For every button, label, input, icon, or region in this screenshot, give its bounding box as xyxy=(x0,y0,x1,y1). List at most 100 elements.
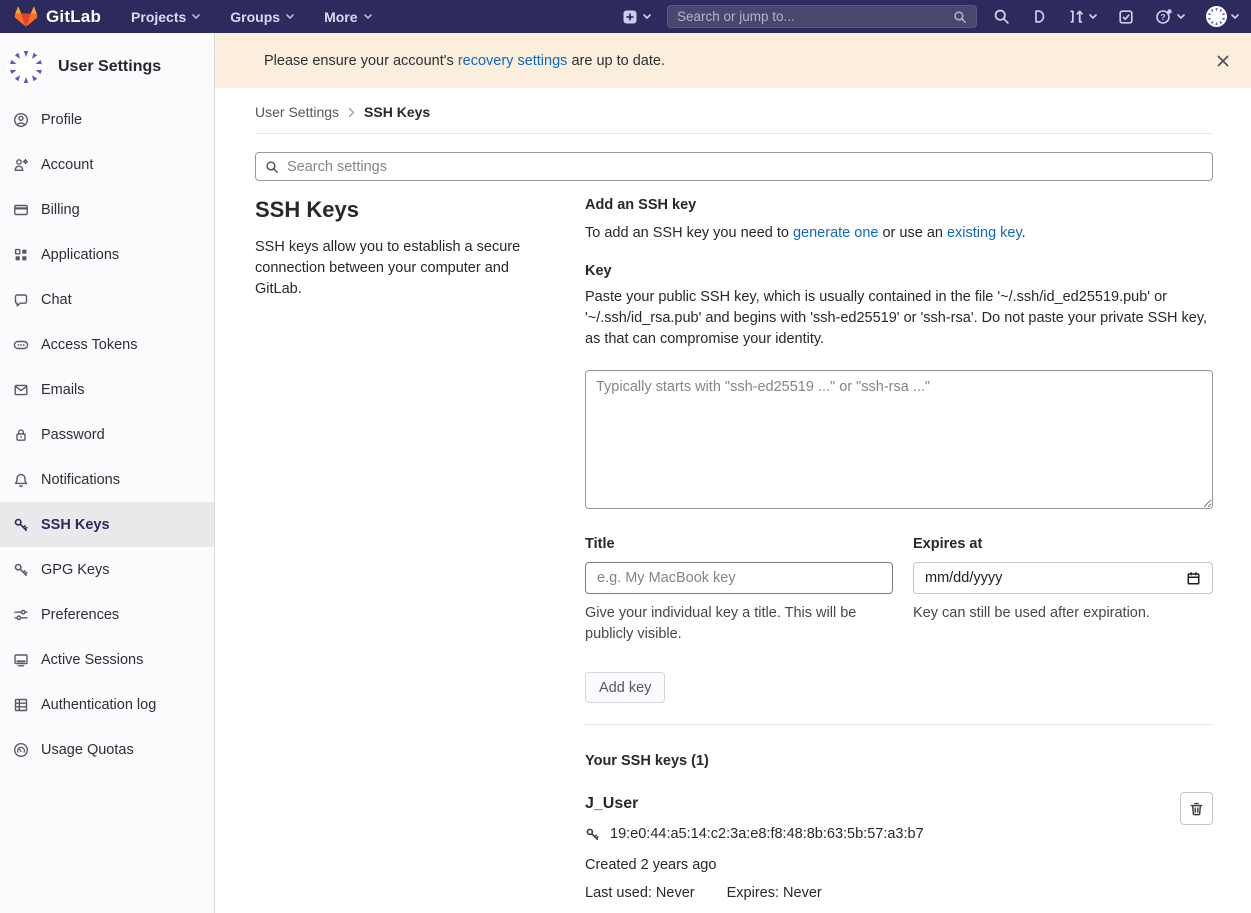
sidebar-nav: Profile Account Billing xyxy=(0,97,214,772)
recovery-settings-alert: Please ensure your account's recovery se… xyxy=(215,33,1251,88)
title-field-help: Give your individual key a title. This w… xyxy=(585,603,893,645)
sidebar-item-active-sessions[interactable]: Active Sessions xyxy=(0,637,214,682)
global-search-input[interactable] xyxy=(677,9,953,24)
key-title-input[interactable] xyxy=(585,562,893,594)
expires-field-label: Expires at xyxy=(913,536,1213,552)
issues-icon xyxy=(1031,8,1047,25)
merge-requests-button[interactable] xyxy=(1068,8,1097,25)
sidebar-item-profile[interactable]: Profile xyxy=(0,97,214,142)
settings-search-input[interactable] xyxy=(287,159,1203,175)
monitor-icon xyxy=(13,652,29,668)
add-key-button[interactable]: Add key xyxy=(585,672,665,703)
main-content: Please ensure your account's recovery se… xyxy=(215,33,1251,913)
new-menu-button[interactable] xyxy=(622,9,651,25)
breadcrumb-ssh-keys: SSH Keys xyxy=(364,104,430,120)
generate-one-link[interactable]: generate one xyxy=(793,225,878,241)
search-button[interactable] xyxy=(993,8,1010,25)
trash-icon xyxy=(1189,801,1204,817)
alert-text: Please ensure your account's xyxy=(264,53,454,69)
sidebar-item-password[interactable]: Password xyxy=(0,412,214,457)
key-field-help: Paste your public SSH key, which is usua… xyxy=(585,287,1213,350)
chevron-down-icon xyxy=(286,14,294,20)
account-icon xyxy=(13,157,29,173)
issues-button[interactable] xyxy=(1031,8,1047,25)
key-icon xyxy=(585,827,600,842)
bell-icon xyxy=(13,472,29,488)
avatar xyxy=(1206,6,1227,27)
gitlab-logo[interactable]: GitLab xyxy=(14,5,101,28)
key-last-used: Last used: Never xyxy=(585,885,695,901)
profile-icon xyxy=(13,112,29,128)
existing-key-link[interactable]: existing key xyxy=(947,225,1022,241)
user-menu-button[interactable] xyxy=(1206,6,1239,27)
add-ssh-key-heading: Add an SSH key xyxy=(585,197,1213,213)
nav-groups[interactable]: Groups xyxy=(230,9,294,25)
settings-search[interactable] xyxy=(255,152,1213,181)
divider xyxy=(585,724,1213,725)
page-description: SSH keys allow you to establish a secure… xyxy=(255,237,555,300)
token-icon xyxy=(13,337,29,353)
chevron-right-icon xyxy=(348,107,355,118)
sidebar-item-ssh-keys[interactable]: SSH Keys xyxy=(0,502,214,547)
chevron-down-icon xyxy=(643,14,651,20)
close-icon xyxy=(1217,55,1229,67)
expires-field-help: Key can still be used after expiration. xyxy=(913,603,1213,624)
breadcrumb: User Settings SSH Keys xyxy=(255,88,1213,134)
alert-text: are up to date. xyxy=(571,53,665,69)
sidebar-item-usage-quotas[interactable]: Usage Quotas xyxy=(0,727,214,772)
merge-request-icon xyxy=(1068,8,1085,25)
sidebar-header: User Settings xyxy=(0,33,214,97)
sidebar-item-authentication-log[interactable]: Authentication log xyxy=(0,682,214,727)
svg-text:?: ? xyxy=(1160,12,1165,22)
alert-close-button[interactable] xyxy=(1211,49,1235,73)
sidebar-title: User Settings xyxy=(58,58,161,76)
sidebar-item-notifications[interactable]: Notifications xyxy=(0,457,214,502)
key-title: J_User xyxy=(585,795,1163,813)
chevron-down-icon xyxy=(192,14,200,20)
nav-more[interactable]: More xyxy=(324,9,371,25)
sidebar-item-billing[interactable]: Billing xyxy=(0,187,214,232)
add-key-intro: To add an SSH key you need to generate o… xyxy=(585,225,1213,241)
date-placeholder: mm/dd/yyyy xyxy=(925,570,1002,586)
sidebar-item-gpg-keys[interactable]: GPG Keys xyxy=(0,547,214,592)
search-icon xyxy=(265,160,279,174)
logo-text: GitLab xyxy=(46,7,101,27)
sidebar-item-chat[interactable]: Chat xyxy=(0,277,214,322)
key-created: Created 2 years ago xyxy=(585,857,1163,873)
log-table-icon xyxy=(13,697,29,713)
ssh-key-list-item: J_User 19:e0:44:a5:14:c2:3a:e8:f8:48:8b:… xyxy=(585,795,1213,901)
expires-date-input[interactable]: mm/dd/yyyy xyxy=(913,562,1213,594)
todos-icon xyxy=(1118,9,1134,25)
sidebar-item-account[interactable]: Account xyxy=(0,142,214,187)
credit-card-icon xyxy=(13,202,29,218)
sidebar-item-applications[interactable]: Applications xyxy=(0,232,214,277)
global-search[interactable] xyxy=(667,5,977,28)
breadcrumb-user-settings[interactable]: User Settings xyxy=(255,104,339,120)
recovery-settings-link[interactable]: recovery settings xyxy=(458,53,568,69)
ssh-key-textarea[interactable] xyxy=(585,370,1213,509)
gauge-icon xyxy=(13,742,29,758)
sidebar-item-emails[interactable]: Emails xyxy=(0,367,214,412)
todos-button[interactable] xyxy=(1118,9,1134,25)
help-button[interactable]: ? xyxy=(1155,8,1185,26)
page-title: SSH Keys xyxy=(255,197,555,223)
key-expires: Expires: Never xyxy=(727,885,822,901)
lock-icon xyxy=(13,427,29,443)
key-fingerprint: 19:e0:44:a5:14:c2:3a:e8:f8:48:8b:63:5b:5… xyxy=(610,826,924,842)
avatar xyxy=(6,47,46,87)
calendar-icon[interactable] xyxy=(1186,571,1201,586)
chevron-down-icon xyxy=(1177,14,1185,20)
sidebar-item-access-tokens[interactable]: Access Tokens xyxy=(0,322,214,367)
key-icon xyxy=(13,562,29,578)
sliders-icon xyxy=(13,607,29,623)
your-ssh-keys-heading: Your SSH keys (1) xyxy=(585,753,1213,769)
gitlab-tanuki-icon xyxy=(14,5,38,28)
delete-key-button[interactable] xyxy=(1180,792,1213,825)
top-navbar: GitLab Projects Groups More xyxy=(0,0,1251,33)
envelope-icon xyxy=(13,382,29,398)
chevron-down-icon xyxy=(1089,14,1097,20)
sidebar-item-preferences[interactable]: Preferences xyxy=(0,592,214,637)
nav-projects[interactable]: Projects xyxy=(131,9,200,25)
chat-bubble-icon xyxy=(13,292,29,308)
settings-sidebar: User Settings Profile Account xyxy=(0,33,215,913)
